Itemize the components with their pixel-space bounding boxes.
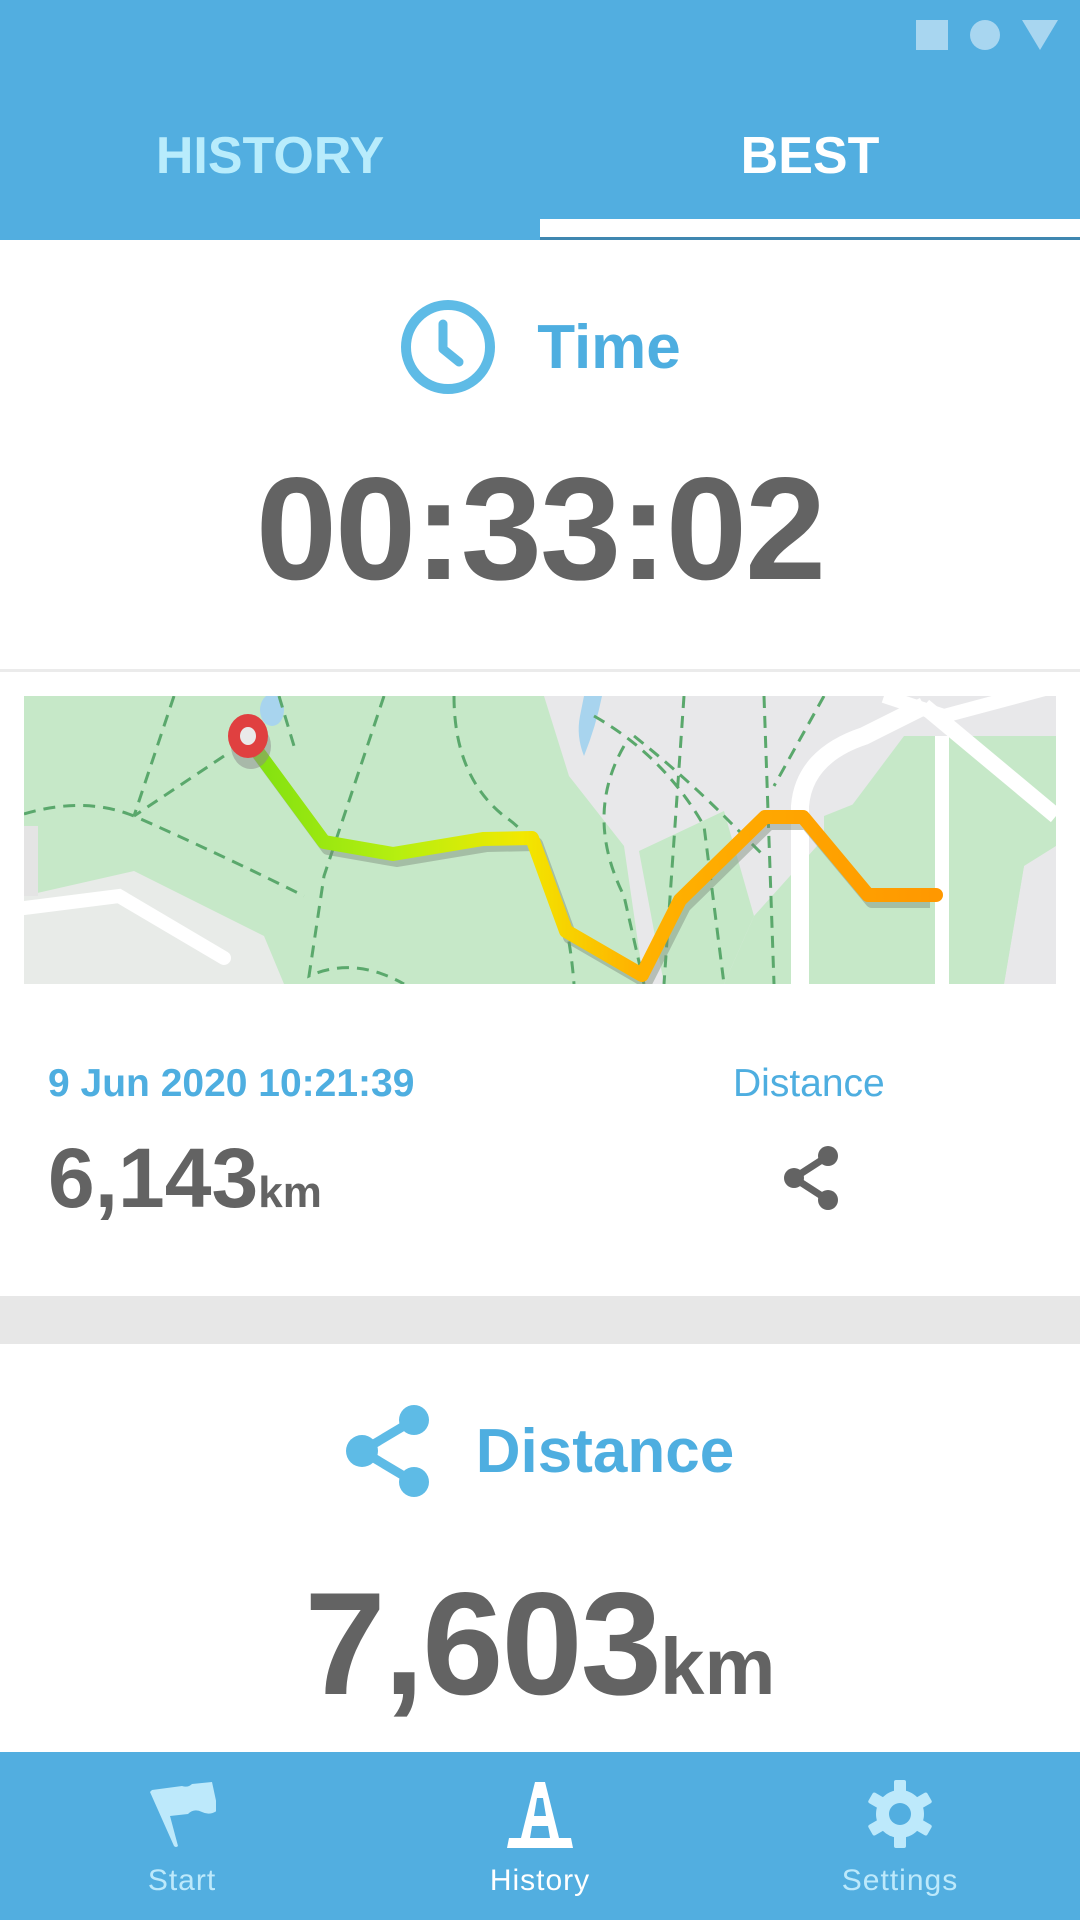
- best-distance-value: 7,603km: [0, 1560, 1080, 1728]
- nav-history-label: History: [489, 1864, 591, 1897]
- share-icon: [345, 1405, 429, 1497]
- share-button[interactable]: [780, 1144, 844, 1212]
- record-metric-label: Distance: [733, 1062, 885, 1105]
- share-icon: [784, 1146, 838, 1210]
- triangle-icon: [1022, 20, 1058, 50]
- urban-area: [24, 826, 38, 896]
- start-marker-icon: [228, 714, 268, 758]
- nav-settings[interactable]: Settings: [830, 1752, 970, 1920]
- gear-icon: [868, 1780, 932, 1848]
- distance-title: Distance: [475, 1416, 735, 1486]
- time-section-header: Time: [0, 298, 1080, 396]
- distance-section-header: Distance: [0, 1404, 1080, 1498]
- bottom-navigation: Start History Settings: [0, 1752, 1080, 1920]
- app-header: HISTORY BEST: [0, 0, 1080, 240]
- nav-settings-label: Settings: [841, 1864, 959, 1897]
- best-distance-unit: km: [659, 1622, 776, 1711]
- section-separator: [0, 1296, 1080, 1344]
- time-title: Time: [537, 312, 681, 382]
- flag-icon: [150, 1782, 216, 1847]
- traffic-cone-icon: [507, 1782, 573, 1848]
- tab-indicator-shadow: [540, 237, 1080, 240]
- tab-history[interactable]: HISTORY: [0, 100, 540, 240]
- circle-icon: [970, 20, 1000, 50]
- clock-icon: [401, 300, 496, 394]
- active-tab-indicator: [540, 219, 1080, 237]
- tab-history-label: HISTORY: [155, 127, 385, 185]
- square-icon: [916, 20, 948, 50]
- record-distance-unit: km: [258, 1168, 322, 1217]
- best-distance-number: 7,603: [304, 1562, 662, 1725]
- nav-history[interactable]: History: [470, 1752, 610, 1920]
- best-time-value: 00:33:02: [255, 447, 826, 610]
- record-distance-number: 6,143: [48, 1131, 259, 1225]
- nav-start[interactable]: Start: [122, 1752, 242, 1920]
- route-map[interactable]: [24, 696, 1056, 984]
- section-divider: [0, 669, 1080, 672]
- record-datetime: 9 Jun 2020 10:21:39: [48, 1062, 415, 1105]
- status-bar-icons: [916, 20, 1058, 50]
- record-distance-value: 6,143km: [48, 1130, 322, 1227]
- nav-start-label: Start: [147, 1864, 217, 1897]
- map-canvas: [24, 696, 1056, 984]
